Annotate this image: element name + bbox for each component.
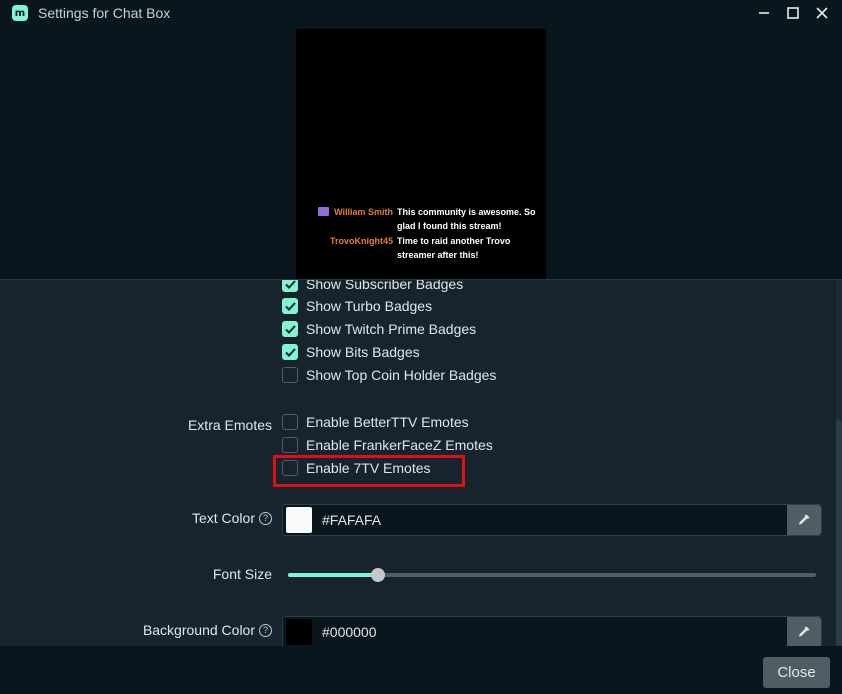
checkbox-label: Enable FrankerFaceZ Emotes — [306, 437, 493, 453]
chat-text: This community is awesome. So glad I fou… — [397, 207, 536, 231]
check-icon — [284, 301, 296, 311]
checkbox-box[interactable] — [282, 414, 298, 430]
text-color-eyedropper-button[interactable] — [787, 505, 821, 535]
text-color-label: Text Color ? — [192, 510, 272, 526]
checkbox-label: Show Twitch Prime Badges — [306, 321, 477, 337]
close-icon — [816, 7, 828, 19]
extra-emotes-label: Extra Emotes — [187, 417, 272, 433]
background-color-swatch[interactable] — [286, 619, 312, 645]
settings-scrollbar[interactable] — [836, 280, 842, 646]
background-color-label-text: Background Color — [142, 622, 255, 638]
checkbox-box[interactable] — [282, 344, 298, 360]
font-size-slider-thumb[interactable] — [370, 568, 385, 582]
widget-preview-area: William Smith This community is awesome.… — [0, 26, 842, 279]
scrollbar-thumb[interactable] — [836, 420, 842, 646]
help-icon[interactable]: ? — [259, 511, 272, 525]
window-title: Settings for Chat Box — [38, 5, 171, 21]
checkbox-label: Show Turbo Badges — [306, 298, 433, 314]
checkbox-show-top-coin-holder-badges[interactable]: Show Top Coin Holder Badges — [282, 365, 496, 385]
help-icon[interactable]: ? — [259, 623, 272, 637]
checkbox-box[interactable] — [282, 321, 298, 337]
chat-username: William Smith — [334, 207, 393, 217]
eyedropper-icon — [799, 514, 810, 525]
checkbox-box[interactable] — [282, 367, 298, 383]
text-color-swatch[interactable] — [286, 507, 312, 533]
minimize-button[interactable] — [751, 0, 777, 26]
background-color-value[interactable]: #000000 — [322, 624, 787, 640]
background-color-eyedropper-button[interactable] — [787, 617, 821, 646]
checkbox-show-turbo-badges[interactable]: Show Turbo Badges — [282, 296, 432, 316]
chat-preview: William Smith This community is awesome.… — [296, 29, 546, 279]
app-logo-icon: m — [12, 5, 28, 21]
highlight-annotation — [273, 455, 465, 487]
check-icon — [284, 347, 296, 357]
checkbox-label: Enable BetterTTV Emotes — [306, 414, 469, 430]
check-icon — [284, 324, 296, 334]
maximize-icon — [787, 7, 799, 19]
chat-text: Time to raid another Trovo streamer afte… — [397, 236, 511, 260]
checkbox-box[interactable] — [282, 437, 298, 453]
checkbox-box[interactable] — [282, 298, 298, 314]
background-color-label: Background Color ? — [143, 622, 272, 638]
text-color-value[interactable]: #FAFAFA — [322, 512, 787, 528]
checkbox-enable-betterttv-emotes[interactable]: Enable BetterTTV Emotes — [282, 412, 469, 432]
checkbox-enable-frankerfacez-emotes[interactable]: Enable FrankerFaceZ Emotes — [282, 435, 493, 455]
font-size-label: Font Size — [212, 566, 272, 582]
maximize-button[interactable] — [780, 0, 806, 26]
settings-panel: Show Subscriber Badges Show Turbo Badges… — [0, 279, 842, 646]
checkbox-box[interactable] — [282, 280, 298, 292]
close-window-button[interactable] — [809, 0, 835, 26]
font-size-slider-fill — [288, 573, 378, 577]
title-bar: m Settings for Chat Box — [0, 0, 842, 26]
background-color-field[interactable]: #000000 — [282, 616, 822, 646]
text-color-label-text: Text Color — [191, 510, 255, 526]
footer: Close — [0, 646, 842, 694]
close-button[interactable]: Close — [763, 657, 830, 688]
chat-username: TrovoKnight45 — [329, 236, 393, 246]
checkbox-show-twitch-prime-badges[interactable]: Show Twitch Prime Badges — [282, 319, 476, 339]
chat-message: TrovoKnight45 Time to raid another Trovo… — [296, 234, 539, 262]
minimize-icon — [759, 12, 769, 14]
chat-message: William Smith This community is awesome.… — [296, 205, 539, 233]
checkbox-label: Show Bits Badges — [306, 344, 420, 360]
checkbox-label: Show Top Coin Holder Badges — [306, 367, 497, 383]
font-size-slider[interactable] — [288, 568, 816, 582]
eyedropper-icon — [799, 626, 810, 637]
checkbox-show-subscriber-badges[interactable]: Show Subscriber Badges — [282, 279, 464, 294]
checkbox-show-bits-badges[interactable]: Show Bits Badges — [282, 342, 420, 362]
text-color-field[interactable]: #FAFAFA — [282, 504, 822, 536]
check-icon — [284, 280, 296, 289]
checkbox-label: Show Subscriber Badges — [306, 279, 464, 292]
